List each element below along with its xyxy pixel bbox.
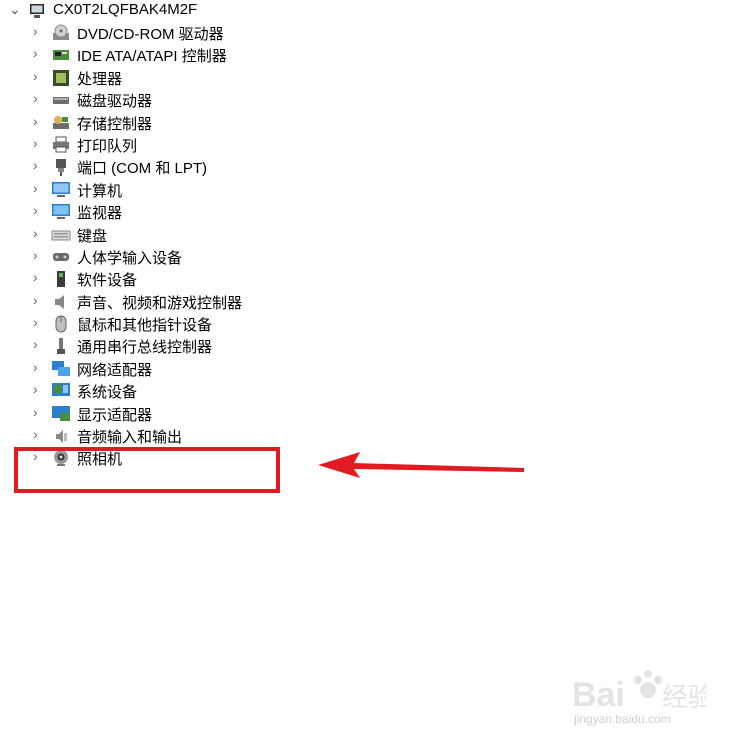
watermark-url: jingyan.baidu.com (574, 712, 671, 726)
chevron-right-icon[interactable]: › (33, 292, 38, 308)
chevron-right-icon[interactable]: › (33, 359, 38, 375)
device-category-item[interactable]: › 端口 (COM 和 LPT) (0, 156, 300, 178)
device-category-label: 计算机 (77, 182, 123, 200)
device-category-item[interactable]: › 系统设备 (0, 380, 300, 402)
chevron-right-icon[interactable]: › (33, 247, 38, 263)
device-category-label: DVD/CD-ROM 驱动器 (77, 26, 224, 43)
printer-icon (53, 136, 69, 153)
device-category-item[interactable]: › 打印队列 (0, 134, 300, 156)
device-category-list: › DVD/CD-ROM 驱动器 › IDE ATA/ATAPI 控制器 › 处… (0, 22, 300, 470)
device-category-item[interactable]: › 通用串行总线控制器 (0, 335, 300, 357)
device-category-item[interactable]: › 显示适配器 (0, 403, 300, 425)
audio-io-icon (56, 430, 67, 444)
device-category-label: 人体学输入设备 (77, 249, 183, 267)
storage-controller-icon (53, 115, 69, 129)
device-category-label: 打印队列 (77, 137, 138, 155)
chevron-right-icon[interactable]: › (33, 90, 38, 106)
highlight-box (14, 447, 280, 493)
network-adapter-icon (52, 360, 70, 376)
mouse-icon (55, 315, 67, 333)
device-category-item[interactable]: › 软件设备 (0, 268, 300, 290)
chevron-right-icon[interactable]: › (33, 202, 38, 218)
device-category-item[interactable]: › 人体学输入设备 (0, 246, 300, 268)
chevron-right-icon[interactable]: › (33, 336, 38, 352)
device-category-label: 磁盘驱动器 (77, 93, 153, 111)
chevron-right-icon[interactable]: › (33, 381, 38, 397)
chevron-right-icon[interactable]: › (33, 157, 38, 173)
chevron-right-icon[interactable]: › (33, 269, 38, 285)
device-category-label: IDE ATA/ATAPI 控制器 (77, 48, 227, 66)
computer-monitor-icon (52, 181, 70, 197)
usb-icon (57, 338, 65, 355)
device-category-label: 监视器 (77, 205, 123, 223)
device-category-label: 鼠标和其他指针设备 (77, 317, 213, 335)
chevron-right-icon[interactable]: › (33, 135, 38, 151)
disk-drive-icon (53, 97, 69, 105)
device-category-item[interactable]: › IDE ATA/ATAPI 控制器 (0, 44, 300, 66)
device-category-label: 显示适配器 (77, 406, 153, 424)
device-category-label: 处理器 (77, 70, 123, 88)
device-category-item[interactable]: › 键盘 (0, 224, 300, 246)
computer-icon (30, 4, 44, 18)
dvd-drive-icon (53, 24, 69, 40)
chevron-right-icon[interactable]: › (33, 45, 38, 61)
svg-text:经验: 经验 (662, 683, 706, 713)
device-category-label: 存储控制器 (77, 115, 153, 133)
device-tree-root[interactable]: ⌄ CX0T2LQFBAK4M2F (0, 0, 260, 22)
chevron-down-icon[interactable]: ⌄ (9, 1, 21, 18)
device-category-item[interactable]: › 声音、视频和游戏控制器 (0, 291, 300, 313)
device-category-item[interactable]: › 计算机 (0, 179, 300, 201)
system-device-icon (52, 383, 70, 397)
device-category-label: 软件设备 (77, 272, 138, 290)
device-category-item[interactable]: › 网络适配器 (0, 358, 300, 380)
chevron-right-icon[interactable]: › (33, 23, 38, 39)
chevron-right-icon[interactable]: › (33, 404, 38, 420)
device-category-item[interactable]: › 鼠标和其他指针设备 (0, 313, 300, 335)
keyboard-icon (51, 230, 71, 241)
device-category-label: 通用串行总线控制器 (77, 339, 213, 357)
device-category-label: 音频输入和输出 (77, 429, 183, 447)
device-category-label: 系统设备 (77, 384, 138, 402)
device-category-label: 网络适配器 (77, 361, 153, 379)
speaker-icon (55, 294, 64, 309)
device-category-item[interactable]: › 存储控制器 (0, 112, 300, 134)
chevron-right-icon[interactable]: › (33, 426, 38, 442)
device-category-item[interactable]: › DVD/CD-ROM 驱动器 (0, 22, 300, 44)
hid-icon (53, 252, 69, 261)
chevron-right-icon[interactable]: › (33, 68, 38, 84)
device-category-label: 键盘 (77, 227, 108, 245)
device-category-item[interactable]: › 监视器 (0, 201, 300, 223)
software-device-icon (57, 271, 65, 288)
chevron-right-icon[interactable]: › (33, 180, 38, 196)
device-category-item[interactable]: › 处理器 (0, 67, 300, 89)
watermark-logo: Bai 经验 (572, 670, 706, 714)
monitor-icon (52, 204, 70, 220)
device-category-label: 端口 (COM 和 LPT) (77, 160, 207, 178)
chevron-right-icon[interactable]: › (33, 225, 38, 241)
device-category-item[interactable]: › 磁盘驱动器 (0, 89, 300, 111)
device-category-item[interactable]: › 音频输入和输出 (0, 425, 300, 447)
device-category-label: 声音、视频和游戏控制器 (77, 294, 243, 312)
root-label: CX0T2LQFBAK4M2F (53, 1, 198, 18)
ide-controller-icon (53, 50, 69, 61)
port-icon (56, 159, 66, 177)
svg-text:Bai: Bai (572, 676, 625, 714)
chevron-right-icon[interactable]: › (33, 314, 38, 330)
chevron-right-icon[interactable]: › (33, 113, 38, 129)
processor-icon (53, 69, 69, 86)
display-adapter-icon (52, 405, 70, 421)
annotation-arrow (318, 452, 524, 478)
